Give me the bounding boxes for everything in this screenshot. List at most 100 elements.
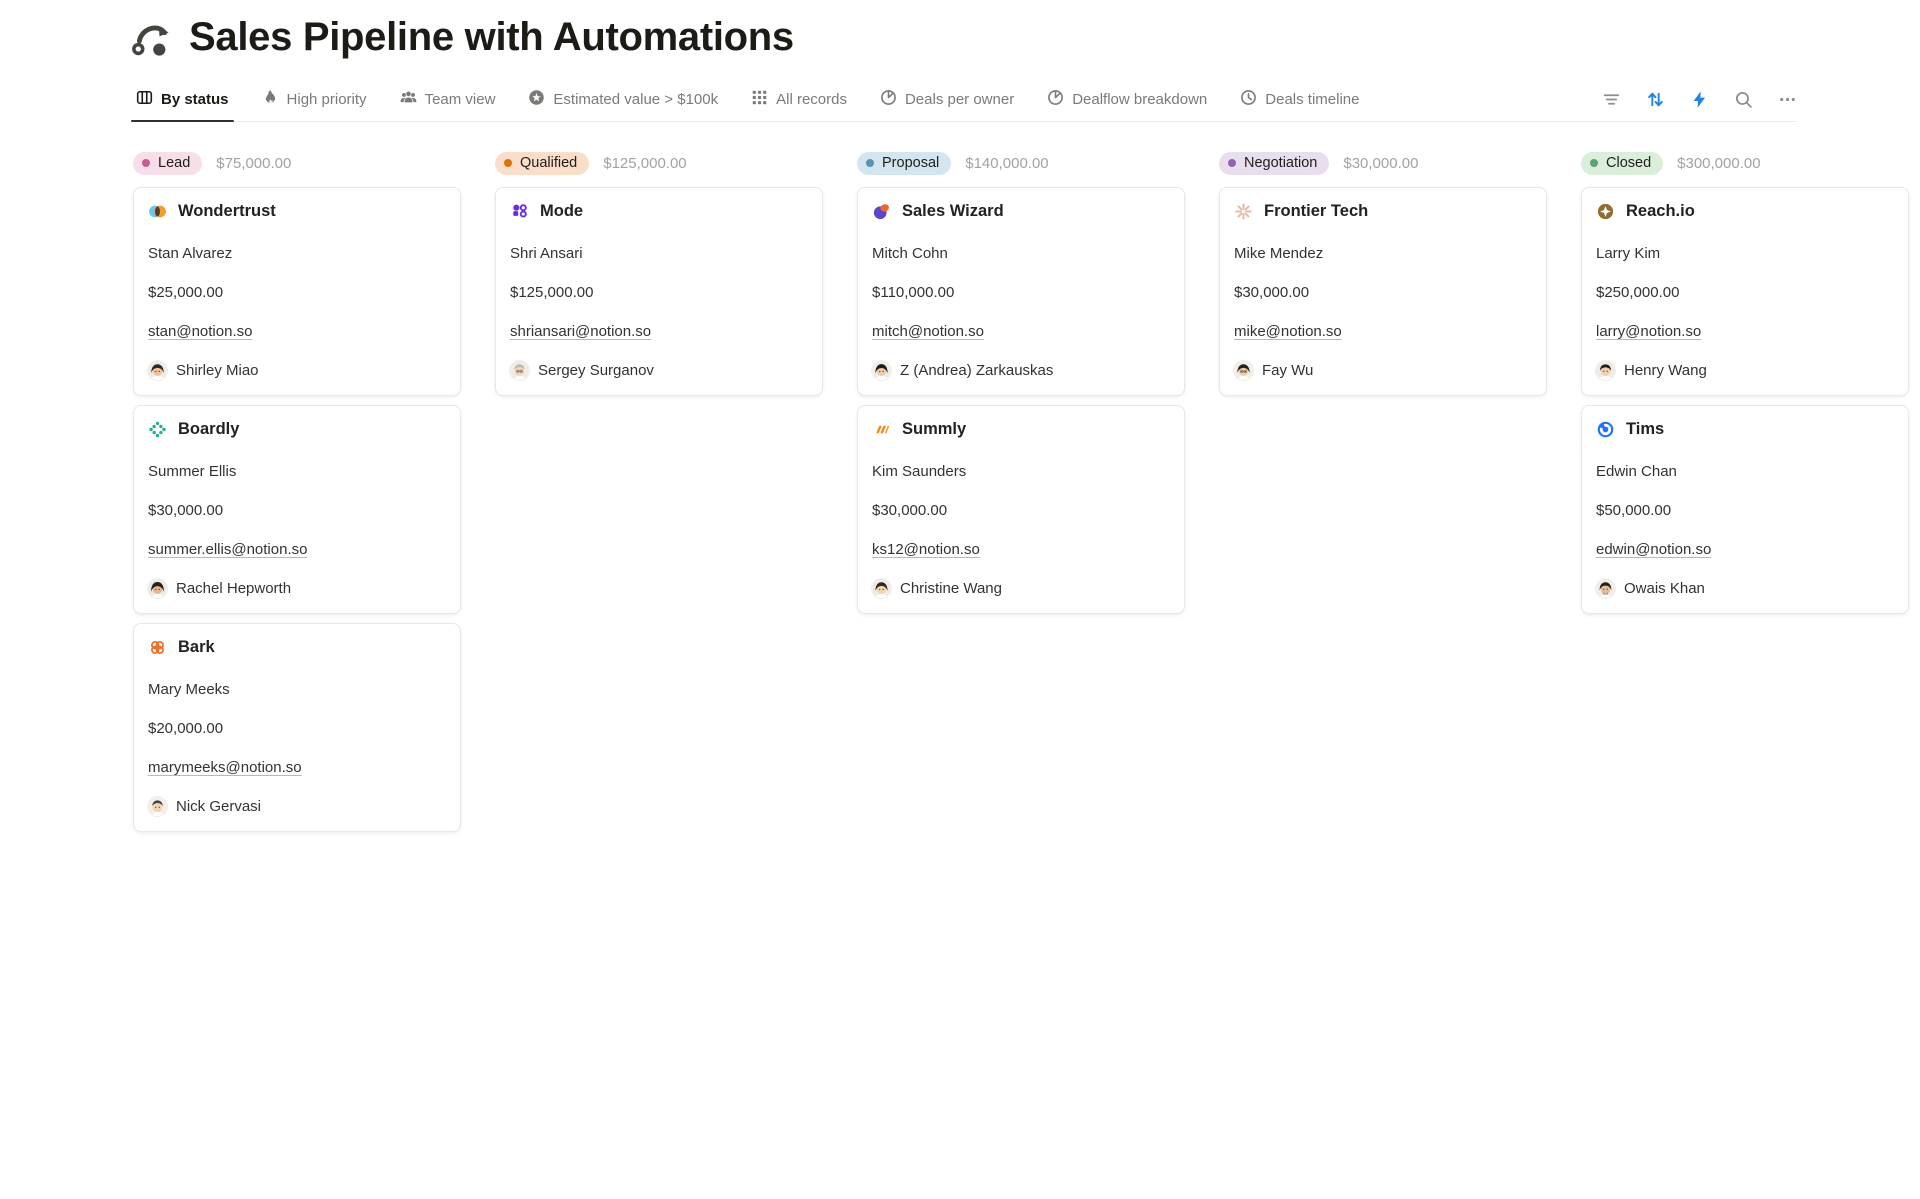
- email-link[interactable]: marymeeks@notion.so: [148, 759, 302, 776]
- email-link[interactable]: larry@notion.so: [1596, 323, 1701, 340]
- deal-amount: $110,000.00: [872, 283, 1170, 303]
- column-qualified: Qualified $125,000.00 Mode Shri Ansari $…: [495, 149, 823, 405]
- pie-chart-icon: [880, 89, 897, 110]
- email-link[interactable]: ks12@notion.so: [872, 541, 980, 558]
- view-tab-bar: By status High priority Team view Estima…: [133, 80, 1797, 122]
- owner-avatar: [872, 361, 891, 380]
- flame-icon: [262, 89, 279, 110]
- more-icon[interactable]: [1778, 90, 1797, 109]
- deal-card-sales-wizard[interactable]: Sales Wizard Mitch Cohn $110,000.00 mitc…: [857, 187, 1185, 396]
- tab-by-status[interactable]: By status: [133, 80, 232, 121]
- owner-name: Owais Khan: [1624, 580, 1705, 597]
- tab-deals-timeline[interactable]: Deals timeline: [1237, 80, 1362, 121]
- owner-name: Z (Andrea) Zarkauskas: [900, 362, 1053, 379]
- owner-avatar: [1596, 361, 1615, 380]
- column-sum: $300,000.00: [1677, 155, 1760, 172]
- contact-name: Shri Ansari: [510, 244, 808, 264]
- wondertrust-logo: [148, 202, 167, 221]
- contact-name: Edwin Chan: [1596, 462, 1894, 482]
- owner-avatar: [872, 579, 891, 598]
- filter-icon[interactable]: [1602, 90, 1621, 109]
- deal-card-wondertrust[interactable]: Wondertrust Stan Alvarez $25,000.00 stan…: [133, 187, 461, 396]
- boardly-logo: [148, 420, 167, 439]
- owner-avatar: [148, 361, 167, 380]
- owner-row: Henry Wang: [1596, 361, 1894, 380]
- deal-amount: $250,000.00: [1596, 283, 1894, 303]
- star-badge-icon: [528, 89, 545, 110]
- email-link[interactable]: summer.ellis@notion.so: [148, 541, 307, 558]
- column-header: Proposal $140,000.00: [857, 149, 1185, 177]
- deal-card-reachio[interactable]: Reach.io Larry Kim $250,000.00 larry@not…: [1581, 187, 1909, 396]
- email-link[interactable]: mike@notion.so: [1234, 323, 1342, 340]
- deal-card-mode[interactable]: Mode Shri Ansari $125,000.00 shriansari@…: [495, 187, 823, 396]
- status-label: Proposal: [882, 155, 939, 171]
- deal-amount: $30,000.00: [872, 501, 1170, 521]
- company-name: Frontier Tech: [1264, 202, 1368, 221]
- tab-label: Estimated value > $100k: [553, 91, 718, 108]
- column-closed: Closed $300,000.00 Reach.io Larry Kim $2…: [1581, 149, 1909, 623]
- tab-label: By status: [161, 91, 229, 108]
- deal-amount: $25,000.00: [148, 283, 446, 303]
- email-link[interactable]: stan@notion.so: [148, 323, 252, 340]
- tab-high-priority[interactable]: High priority: [259, 80, 370, 121]
- frontier-tech-logo: [1234, 202, 1253, 221]
- tab-estimated-value[interactable]: Estimated value > $100k: [525, 80, 721, 121]
- column-proposal: Proposal $140,000.00 Sales Wizard Mitch …: [857, 149, 1185, 623]
- tab-deals-per-owner[interactable]: Deals per owner: [877, 80, 1017, 121]
- company-name: Summly: [902, 420, 966, 439]
- email-link[interactable]: edwin@notion.so: [1596, 541, 1711, 558]
- kanban-board: Lead $75,000.00 Wondertrust Stan Alvarez…: [133, 149, 1920, 841]
- deal-amount: $30,000.00: [148, 501, 446, 521]
- owner-name: Rachel Hepworth: [176, 580, 291, 597]
- owner-row: Sergey Surganov: [510, 361, 808, 380]
- owner-name: Christine Wang: [900, 580, 1002, 597]
- owner-name: Henry Wang: [1624, 362, 1707, 379]
- email-link[interactable]: shriansari@notion.so: [510, 323, 651, 340]
- company-name: Tims: [1626, 420, 1664, 439]
- owner-row: Rachel Hepworth: [148, 579, 446, 598]
- contact-name: Mike Mendez: [1234, 244, 1532, 264]
- status-label: Qualified: [520, 155, 577, 171]
- automation-bolt-icon[interactable]: [1690, 90, 1709, 109]
- deal-card-summly[interactable]: Summly Kim Saunders $30,000.00 ks12@noti…: [857, 405, 1185, 614]
- search-icon[interactable]: [1734, 90, 1753, 109]
- page-title[interactable]: Sales Pipeline with Automations: [189, 15, 794, 60]
- contact-name: Larry Kim: [1596, 244, 1894, 264]
- tab-dealflow-breakdown[interactable]: Dealflow breakdown: [1044, 80, 1210, 121]
- email-link[interactable]: mitch@notion.so: [872, 323, 984, 340]
- tab-team-view[interactable]: Team view: [397, 80, 499, 121]
- deal-amount: $125,000.00: [510, 283, 808, 303]
- status-label: Negotiation: [1244, 155, 1317, 171]
- company-name: Bark: [178, 638, 215, 657]
- deal-card-bark[interactable]: Bark Mary Meeks $20,000.00 marymeeks@not…: [133, 623, 461, 832]
- tab-label: Team view: [425, 91, 496, 108]
- status-dot: [1590, 159, 1598, 167]
- owner-avatar: [148, 797, 167, 816]
- reachio-logo: [1596, 202, 1615, 221]
- status-label: Closed: [1606, 155, 1651, 171]
- contact-name: Kim Saunders: [872, 462, 1170, 482]
- column-header: Negotiation $30,000.00: [1219, 149, 1547, 177]
- owner-avatar: [1596, 579, 1615, 598]
- column-sum: $75,000.00: [216, 155, 291, 172]
- status-badge: Closed: [1581, 152, 1663, 175]
- grid-icon: [751, 89, 768, 110]
- deal-card-frontier-tech[interactable]: Frontier Tech Mike Mendez $30,000.00 mik…: [1219, 187, 1547, 396]
- column-sum: $125,000.00: [603, 155, 686, 172]
- contact-name: Mitch Cohn: [872, 244, 1170, 264]
- owner-row: Shirley Miao: [148, 361, 446, 380]
- owner-avatar: [148, 579, 167, 598]
- deal-card-tims[interactable]: Tims Edwin Chan $50,000.00 edwin@notion.…: [1581, 405, 1909, 614]
- owner-name: Fay Wu: [1262, 362, 1313, 379]
- tab-all-records[interactable]: All records: [748, 80, 850, 121]
- sort-icon[interactable]: [1646, 90, 1665, 109]
- tab-label: Dealflow breakdown: [1072, 91, 1207, 108]
- page-header: Sales Pipeline with Automations: [132, 15, 1920, 60]
- status-dot: [866, 159, 874, 167]
- status-label: Lead: [158, 155, 190, 171]
- owner-name: Nick Gervasi: [176, 798, 261, 815]
- column-header: Closed $300,000.00: [1581, 149, 1909, 177]
- owner-name: Shirley Miao: [176, 362, 259, 379]
- contact-name: Mary Meeks: [148, 680, 446, 700]
- deal-card-boardly[interactable]: Boardly Summer Ellis $30,000.00 summer.e…: [133, 405, 461, 614]
